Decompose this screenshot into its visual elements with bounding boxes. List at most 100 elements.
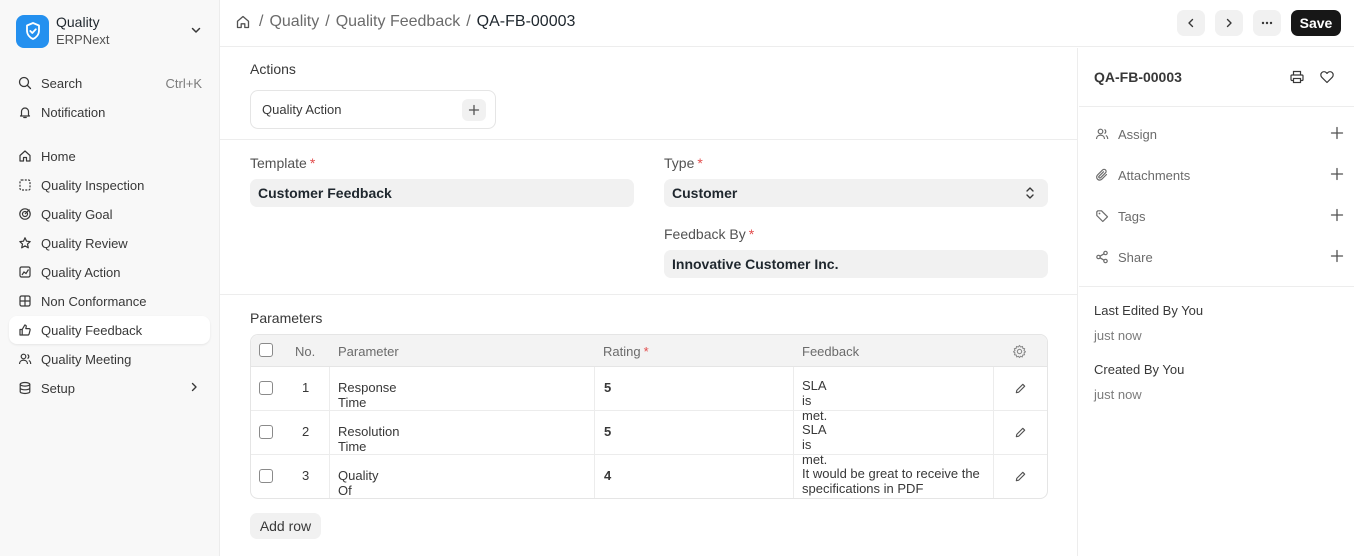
add-quality-action-button[interactable]: [462, 99, 486, 121]
sidebar-item-label: Quality Inspection: [41, 177, 145, 193]
section-divider: [220, 139, 1078, 140]
row-parameter[interactable]: Quality Of Support: [338, 468, 384, 498]
more-horizontal-icon: [1260, 16, 1274, 30]
home-icon[interactable]: [235, 14, 251, 30]
previous-doc-button[interactable]: [1177, 10, 1205, 36]
table-row[interactable]: 2 Resolution Time 5 SLA is met.: [251, 411, 1047, 467]
inspection-icon: [17, 177, 33, 193]
save-button[interactable]: Save: [1291, 10, 1341, 36]
more-menu-button[interactable]: [1253, 10, 1281, 36]
plus-icon[interactable]: [1330, 126, 1344, 143]
heart-icon[interactable]: [1319, 69, 1335, 85]
attachments-item[interactable]: Attachments: [1094, 165, 1344, 185]
row-feedback[interactable]: It would be great to receive the specifi…: [802, 466, 987, 496]
sidebar-item-non-conformance[interactable]: Non Conformance: [9, 287, 210, 315]
sidebar-notification[interactable]: Notification: [9, 98, 210, 126]
goal-icon: [17, 206, 33, 222]
doc-name: QA-FB-00003: [1094, 69, 1182, 85]
sidebar: Quality ERPNext Search Ctrl+K Notificati…: [0, 0, 220, 556]
table-row[interactable]: 3 Quality Of Support 4 It would be great…: [251, 455, 1047, 498]
sidebar-item-label: Quality Meeting: [41, 351, 132, 367]
row-parameter[interactable]: Resolution Time: [338, 424, 399, 454]
template-field[interactable]: Customer Feedback: [250, 179, 634, 207]
add-row-button[interactable]: Add row: [250, 513, 321, 539]
users-icon: [17, 351, 33, 367]
app-title: Quality: [56, 14, 100, 30]
sidebar-item-quality-review[interactable]: Quality Review: [9, 229, 210, 257]
row-rating[interactable]: 4: [604, 468, 611, 483]
app-switcher[interactable]: Quality ERPNext: [16, 13, 206, 49]
search-icon: [17, 75, 33, 91]
row-rating[interactable]: 5: [604, 380, 611, 395]
assign-item[interactable]: Assign: [1094, 124, 1344, 144]
breadcrumb-quality[interactable]: Quality: [269, 13, 319, 31]
share-item[interactable]: Share: [1094, 247, 1344, 267]
type-select[interactable]: Customer: [664, 179, 1048, 207]
sidebar-item-label: Non Conformance: [41, 293, 147, 309]
sidebar-item-home[interactable]: Home: [9, 142, 210, 170]
table-row[interactable]: 1 Response Time 5 SLA is met.: [251, 367, 1047, 423]
row-no: 3: [302, 468, 310, 483]
edit-row-icon[interactable]: [1014, 426, 1027, 439]
feedback-by-field[interactable]: Innovative Customer Inc.: [664, 250, 1048, 278]
row-checkbox[interactable]: [259, 425, 273, 439]
breadcrumb-quality-feedback[interactable]: Quality Feedback: [336, 13, 461, 31]
share-label: Share: [1118, 249, 1153, 265]
chevron-right-icon: [1223, 17, 1235, 29]
panel-divider: [1079, 106, 1354, 107]
edit-row-icon[interactable]: [1014, 382, 1027, 395]
actions-section-label: Actions: [250, 61, 296, 77]
row-parameter[interactable]: Response Time: [338, 380, 397, 410]
sidebar-item-quality-feedback[interactable]: Quality Feedback: [9, 316, 210, 344]
tags-label: Tags: [1118, 208, 1146, 224]
sidebar-item-quality-action[interactable]: Quality Action: [9, 258, 210, 286]
assign-label: Assign: [1118, 126, 1158, 142]
sidebar-item-setup[interactable]: Setup: [9, 374, 210, 402]
select-arrows-icon: [1024, 185, 1036, 204]
table-header: No. Parameter Rating * Feedback: [251, 335, 1047, 367]
sidebar-search-label: Search: [41, 75, 83, 91]
gear-icon[interactable]: [1012, 344, 1027, 359]
page-title: QA-FB-00003: [476, 13, 576, 30]
breadcrumb: / Quality / Quality Feedback / QA-FB-000…: [235, 13, 575, 31]
plus-icon[interactable]: [1330, 249, 1344, 266]
search-shortcut: Ctrl+K: [165, 75, 202, 91]
sidebar-item-label: Quality Review: [41, 235, 128, 251]
quality-action-link[interactable]: Quality Action: [250, 90, 496, 129]
last-edited-label: Last Edited By You: [1094, 303, 1204, 318]
created-time: just now: [1094, 387, 1142, 402]
chart-icon: [17, 264, 33, 280]
select-all-checkbox[interactable]: [259, 343, 273, 357]
chevron-right-icon: [188, 381, 200, 396]
database-icon: [17, 380, 33, 396]
column-header-rating: Rating *: [603, 344, 649, 359]
plus-icon[interactable]: [1330, 208, 1344, 225]
row-rating[interactable]: 5: [604, 424, 611, 439]
column-header-feedback: Feedback: [802, 344, 860, 359]
sidebar-item-quality-inspection[interactable]: Quality Inspection: [9, 171, 210, 199]
sidebar-item-quality-goal[interactable]: Quality Goal: [9, 200, 210, 228]
sidebar-search[interactable]: Search Ctrl+K: [9, 69, 210, 97]
page-header: / Quality / Quality Feedback / QA-FB-000…: [220, 0, 1354, 47]
row-checkbox[interactable]: [259, 469, 273, 483]
tags-item[interactable]: Tags: [1094, 206, 1344, 226]
sidebar-item-label: Quality Action: [41, 264, 121, 280]
home-icon: [17, 148, 33, 164]
row-no: 2: [302, 424, 310, 439]
column-header-parameter: Parameter: [338, 344, 399, 359]
paperclip-icon: [1094, 167, 1110, 183]
quality-shield-icon: [16, 14, 49, 48]
printer-icon[interactable]: [1289, 69, 1305, 85]
chevron-left-icon: [1185, 17, 1197, 29]
edit-row-icon[interactable]: [1014, 470, 1027, 483]
next-doc-button[interactable]: [1215, 10, 1243, 36]
plus-icon[interactable]: [1330, 167, 1344, 184]
column-header-no: No.: [295, 344, 316, 359]
created-label: Created By You: [1094, 362, 1185, 377]
sidebar-item-label: Quality Feedback: [41, 322, 143, 338]
sidebar-item-quality-meeting[interactable]: Quality Meeting: [9, 345, 210, 373]
app-subtitle: ERPNext: [56, 32, 110, 47]
type-label: Type *: [664, 155, 703, 171]
feedback-by-label: Feedback By *: [664, 226, 755, 242]
row-checkbox[interactable]: [259, 381, 273, 395]
